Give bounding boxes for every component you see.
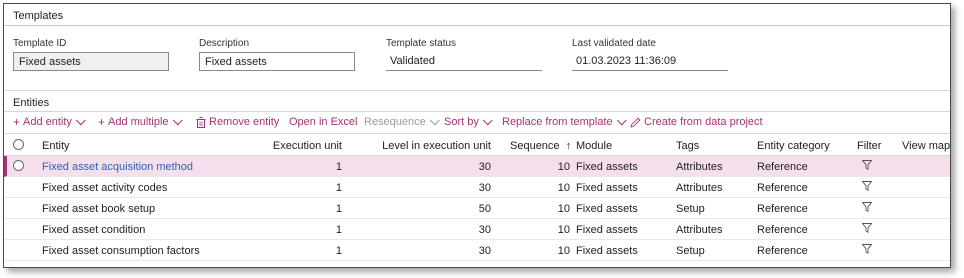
resequence-label: Resequence [364,116,426,128]
entity-cell[interactable]: Fixed asset book setup [42,203,155,215]
entity-cell[interactable]: Fixed asset activity codes [42,182,167,194]
sort-by-button[interactable]: Sort by [444,114,493,128]
sequence-cell[interactable]: 10 [558,245,570,257]
column-header-sequence[interactable]: Sequence ↑ [510,140,571,152]
trash-icon [196,116,206,128]
entities-section-header[interactable]: Entities [4,90,950,112]
template-id-field[interactable]: Fixed assets [13,52,169,71]
execution-unit-cell[interactable]: 1 [336,245,342,257]
last-validated-label: Last validated date [572,38,656,49]
add-multiple-button[interactable]: + Add multiple [98,114,183,129]
entities-toolbar: + Add entity + Add multiple Remove entit… [4,112,950,134]
table-row[interactable]: Fixed asset condition 1 30 10 Fixed asse… [4,219,950,240]
grid-header-row: Entity Execution unit Level in execution… [4,135,950,156]
module-cell: Fixed assets [576,182,638,194]
open-in-excel-label: Open in Excel [289,116,358,128]
replace-from-template-label: Replace from template [502,116,613,128]
template-status-value: Validated [386,52,542,71]
filter-icon[interactable] [862,181,872,191]
filter-icon[interactable] [862,202,872,212]
column-header-entity[interactable]: Entity [42,140,70,152]
entity-category-cell: Reference [757,161,808,173]
template-status-label: Template status [386,38,457,49]
execution-unit-cell[interactable]: 1 [336,224,342,236]
tags-cell: Attributes [676,224,723,236]
column-header-entity-category[interactable]: Entity category [757,140,830,152]
chevron-down-icon [616,114,627,125]
template-id-label: Template ID [13,38,67,49]
entity-category-cell: Reference [757,245,808,257]
chevron-down-icon [482,114,493,125]
sort-ascending-icon: ↑ [565,140,572,152]
level-cell[interactable]: 30 [479,161,491,173]
remove-entity-label: Remove entity [209,116,280,128]
resequence-button[interactable]: Resequence [364,114,440,128]
column-header-module[interactable]: Module [576,140,612,152]
open-in-excel-button[interactable]: Open in Excel [289,116,357,128]
entity-cell[interactable]: Fixed asset consumption factors [42,245,200,257]
tags-cell: Setup [676,203,705,215]
chevron-down-icon [75,114,86,125]
sequence-cell[interactable]: 10 [558,161,570,173]
tags-cell: Setup [676,245,705,257]
level-cell[interactable]: 30 [479,224,491,236]
entities-grid: Entity Execution unit Level in execution… [4,135,950,261]
sort-by-label: Sort by [444,116,479,128]
level-cell[interactable]: 30 [479,182,491,194]
description-label: Description [199,38,250,49]
column-header-sequence-label: Sequence [510,140,560,152]
templates-section-header[interactable]: Templates [4,4,950,26]
entities-section-title: Entities [13,97,50,109]
table-row[interactable]: Fixed asset consumption factors 1 30 10 … [4,240,950,261]
filter-icon[interactable] [862,244,872,254]
tags-cell: Attributes [676,182,723,194]
column-header-filter[interactable]: Filter [857,140,881,152]
last-validated-value: 01.03.2023 11:36:09 [572,52,728,71]
create-from-data-project-button[interactable]: Create from data project [630,116,763,128]
create-from-data-project-label: Create from data project [644,116,763,128]
level-cell[interactable]: 30 [479,245,491,257]
sequence-cell[interactable]: 10 [558,203,570,215]
tags-cell: Attributes [676,161,723,173]
filter-icon[interactable] [862,223,872,233]
plus-icon: + [13,114,21,129]
module-cell: Fixed assets [576,224,638,236]
column-header-execution-unit[interactable]: Execution unit [273,140,342,152]
column-header-view-map[interactable]: View map [902,140,950,152]
column-header-level[interactable]: Level in execution unit [382,140,491,152]
add-entity-button[interactable]: + Add entity [13,114,86,129]
remove-entity-button[interactable]: Remove entity [196,116,279,128]
entity-category-cell: Reference [757,224,808,236]
module-cell: Fixed assets [576,245,638,257]
level-cell[interactable]: 50 [479,203,491,215]
entity-category-cell: Reference [757,203,808,215]
entity-cell[interactable]: Fixed asset condition [42,224,145,236]
chevron-down-icon [429,114,440,125]
chevron-down-icon [172,114,183,125]
module-cell: Fixed assets [576,161,638,173]
column-header-tags[interactable]: Tags [676,140,699,152]
entity-cell[interactable]: Fixed asset acquisition method [42,161,193,173]
select-all-radio[interactable] [13,139,24,150]
module-cell: Fixed assets [576,203,638,215]
data-template-form: Templates Template ID Fixed assets Descr… [3,3,951,268]
pencil-icon [630,117,641,128]
templates-section-title: Templates [13,10,64,22]
row-select-radio[interactable] [13,160,24,171]
table-row[interactable]: Fixed asset book setup 1 50 10 Fixed ass… [4,198,950,219]
execution-unit-cell[interactable]: 1 [336,203,342,215]
description-field[interactable]: Fixed assets [199,52,355,71]
execution-unit-cell[interactable]: 1 [336,182,342,194]
entity-category-cell: Reference [757,182,808,194]
sequence-cell[interactable]: 10 [558,182,570,194]
execution-unit-cell[interactable]: 1 [336,161,342,173]
sequence-cell[interactable]: 10 [558,224,570,236]
add-multiple-label: Add multiple [108,116,169,128]
filter-icon[interactable] [862,160,872,170]
replace-from-template-button[interactable]: Replace from template [502,114,627,128]
add-entity-label: Add entity [23,116,72,128]
table-row[interactable]: Fixed asset acquisition method 1 30 10 F… [4,156,950,177]
table-row[interactable]: Fixed asset activity codes 1 30 10 Fixed… [4,177,950,198]
plus-icon: + [98,114,106,129]
